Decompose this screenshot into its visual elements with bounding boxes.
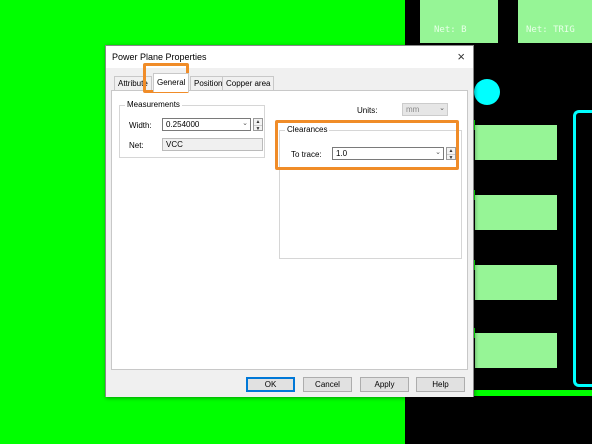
width-value: 0.254000 (166, 120, 200, 129)
measurements-group: Measurements Width: 0.254000 ⌄ ▲ ▼ Net: … (119, 100, 265, 158)
chevron-down-icon[interactable]: ⌄ (242, 120, 248, 128)
units-label: Units: (357, 106, 378, 115)
units-value: mm (406, 105, 420, 114)
pad-3[interactable] (475, 265, 557, 300)
tab-position[interactable]: Position (190, 76, 227, 91)
measurements-title: Measurements (125, 100, 182, 109)
pad-net-trig[interactable] (518, 0, 592, 43)
apply-button[interactable]: Apply (360, 377, 409, 392)
pad-label-net-trig: Net: TRIG (526, 25, 575, 35)
pad-label-net-b: Net: B (434, 25, 467, 35)
dialog-footer: OK Cancel Apply Help (106, 371, 473, 397)
chevron-down-icon[interactable]: ⌄ (439, 105, 445, 113)
clearances-highlight (275, 120, 459, 170)
via[interactable] (474, 79, 500, 105)
pad-2[interactable] (475, 195, 557, 230)
width-spinner[interactable]: ▲ ▼ (253, 118, 263, 132)
pad-4[interactable] (475, 333, 557, 368)
width-label: Width: (129, 121, 152, 130)
net-value: VCC (166, 140, 183, 149)
cancel-button[interactable]: Cancel (303, 377, 352, 392)
net-label: Net: (129, 141, 144, 150)
tab-general[interactable]: General (153, 73, 190, 92)
help-button[interactable]: Help (416, 377, 465, 392)
pad-net-b[interactable] (420, 0, 498, 43)
spin-down-icon[interactable]: ▼ (254, 125, 262, 132)
tab-copper-area[interactable]: Copper area (222, 76, 275, 91)
net-field: VCC (162, 138, 263, 151)
width-input[interactable]: 0.254000 ⌄ (162, 118, 251, 131)
units-select[interactable]: mm ⌄ (402, 103, 448, 116)
trace-bottom[interactable] (474, 390, 592, 396)
ok-button[interactable]: OK (246, 377, 295, 392)
power-plane-properties-dialog: Power Plane Properties × Attribute Posit… (105, 45, 474, 397)
board-outline-trace[interactable] (573, 110, 592, 387)
close-icon[interactable]: × (457, 49, 465, 64)
dialog-title: Power Plane Properties (112, 52, 207, 62)
pad-1[interactable] (475, 125, 557, 160)
